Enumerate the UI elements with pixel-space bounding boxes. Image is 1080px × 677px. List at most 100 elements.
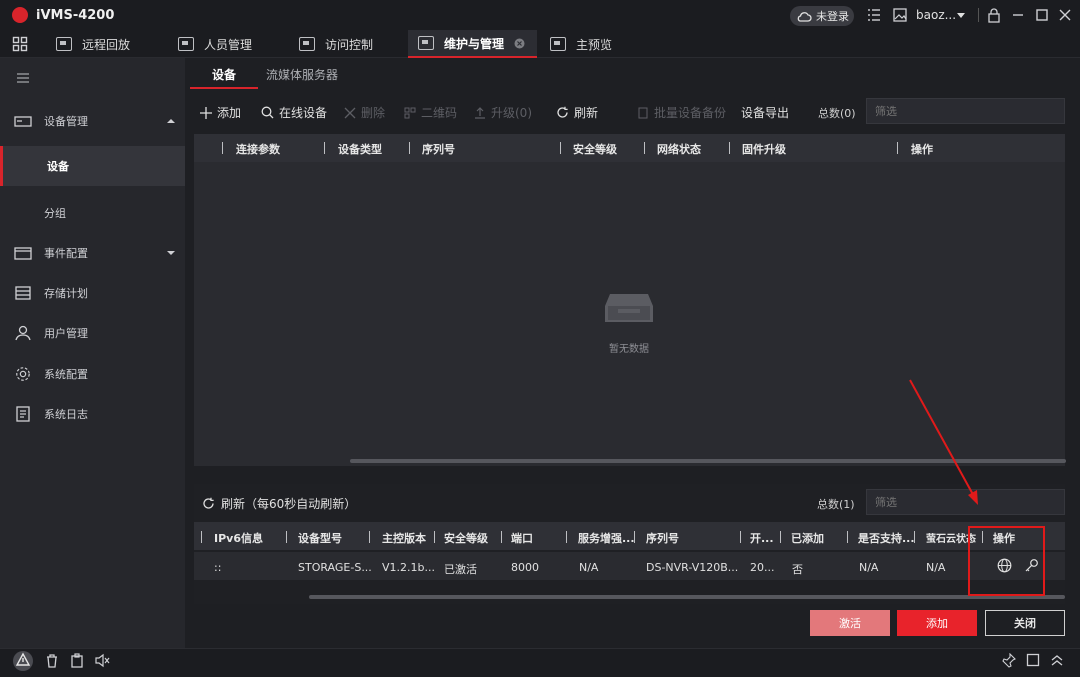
close-button[interactable]: 关闭 [985, 610, 1065, 636]
sidebar-item-label: 用户管理 [44, 327, 88, 340]
sidebar-item-label: 系统日志 [44, 408, 88, 421]
column-separator [324, 142, 325, 154]
th-serial[interactable]: 序列号 [422, 141, 455, 157]
tab-maintenance[interactable]: 维护与管理 [408, 30, 537, 58]
th-operation[interactable]: 操作 [911, 141, 933, 157]
tab-main-preview[interactable]: 主预览 [550, 30, 612, 58]
th-firmware[interactable]: 固件升级 [742, 141, 786, 157]
collapse-icon[interactable] [167, 119, 175, 123]
sidebar-item-label: 存储计划 [44, 287, 88, 300]
refresh-button[interactable]: 刷新 [556, 104, 598, 121]
th-main-version[interactable]: 主控版本 [382, 530, 426, 546]
mute-icon[interactable] [94, 653, 110, 668]
image-icon[interactable] [892, 7, 908, 23]
online-device-button[interactable]: 在线设备 [261, 104, 327, 121]
th-port[interactable]: 端口 [511, 530, 533, 546]
user-dropdown-icon[interactable] [957, 13, 965, 18]
delete-icon [344, 107, 356, 118]
tab-label: 维护与管理 [444, 36, 505, 51]
column-separator [566, 531, 567, 543]
cell-open: 20... [750, 561, 775, 574]
tab-remote-playback[interactable]: 远程回放 [56, 30, 130, 58]
empty-box-icon [605, 294, 653, 322]
cell-serial-number: DS-NVR-V120B... [646, 561, 739, 574]
th-serial-number[interactable]: 序列号 [646, 530, 679, 546]
sidebar-item-system-config[interactable]: 系统配置 [0, 354, 185, 394]
activate-button[interactable]: 激活 [810, 610, 890, 636]
online-table-scrollbar[interactable] [309, 595, 1065, 599]
cell-ipv6: :: [214, 561, 222, 574]
sidebar-item-label: 设备管理 [44, 115, 88, 128]
th-service-enhance[interactable]: 服务增强... [578, 530, 635, 546]
delete-button[interactable]: 删除 [344, 104, 385, 121]
th-added[interactable]: 已添加 [791, 530, 824, 546]
qrcode-label: 二维码 [421, 106, 458, 120]
th-network[interactable]: 网络状态 [657, 141, 701, 157]
warning-icon[interactable] [12, 650, 34, 672]
trash-icon[interactable] [45, 653, 59, 668]
sidebar-item-label: 事件配置 [44, 247, 88, 260]
add-button[interactable]: 添加 [897, 610, 977, 636]
tab-person-management[interactable]: 人员管理 [178, 30, 252, 58]
th-support[interactable]: 是否支持... [858, 530, 915, 546]
cell-security-level: 已激活 [444, 563, 477, 576]
export-device-button[interactable]: 设备导出 [741, 104, 789, 121]
sidebar-item-storage-plan[interactable]: 存储计划 [0, 273, 185, 313]
upgrade-button[interactable]: 升级(0) [474, 104, 532, 121]
empty-message: 暂无数据 [609, 344, 649, 355]
qrcode-button[interactable]: 二维码 [404, 104, 457, 121]
minimize-icon[interactable] [1010, 7, 1026, 23]
th-open[interactable]: 开... [750, 530, 774, 546]
cell-main-version: V1.2.1b... [382, 561, 435, 574]
expand-icon[interactable] [167, 251, 175, 255]
cell-port: 8000 [511, 561, 539, 574]
th-security[interactable]: 安全等级 [573, 141, 617, 157]
collapse-up-icon[interactable] [1050, 653, 1064, 667]
sidebar-item-device-management[interactable]: 设备管理 [0, 101, 185, 141]
subtab-device[interactable]: 设备 [212, 66, 236, 83]
grid-icon[interactable] [12, 36, 28, 52]
add-device-button[interactable]: 添加 [200, 104, 241, 121]
sidebar-item-device[interactable]: 设备 [0, 146, 185, 186]
tab-label: 访问控制 [325, 37, 374, 52]
column-separator [201, 531, 202, 543]
subtab-stream-server[interactable]: 流媒体服务器 [266, 66, 338, 83]
column-separator [560, 142, 561, 154]
upload-icon [475, 106, 485, 119]
th-device-type[interactable]: 设备类型 [338, 141, 382, 157]
subtab-active-indicator [190, 87, 258, 89]
window-icon[interactable] [1026, 653, 1040, 667]
login-status-label: 未登录 [816, 10, 849, 23]
maximize-icon[interactable] [1034, 7, 1050, 23]
online-total-count: 总数(1) [817, 498, 855, 511]
sidebar-item-event-config[interactable]: 事件配置 [0, 233, 185, 273]
sidebar-item-system-log[interactable]: 系统日志 [0, 394, 185, 434]
close-window-icon[interactable] [1057, 7, 1073, 23]
column-separator [634, 531, 635, 543]
list-icon[interactable] [866, 7, 882, 23]
device-icon [14, 116, 32, 127]
user-name[interactable]: baoz... [916, 8, 956, 22]
login-status[interactable]: 未登录 [790, 6, 854, 26]
tab-access-control[interactable]: 访问控制 [299, 30, 373, 58]
menu-icon[interactable] [16, 72, 30, 84]
column-separator [434, 531, 435, 543]
th-model[interactable]: 设备型号 [298, 530, 342, 546]
clipboard-icon[interactable] [70, 653, 84, 668]
lock-icon[interactable] [986, 7, 1002, 23]
sidebar-item-group[interactable]: 分组 [0, 193, 185, 233]
auto-refresh-button[interactable]: 刷新（每60秒自动刷新） [202, 495, 356, 512]
filter-input[interactable] [866, 98, 1065, 124]
pin-icon[interactable] [1001, 653, 1016, 668]
th-ipv6[interactable]: IPv6信息 [214, 530, 263, 546]
batch-backup-button[interactable]: 批量设备备份 [637, 104, 726, 121]
column-separator [729, 142, 730, 154]
sidebar-item-user-management[interactable]: 用户管理 [0, 313, 185, 353]
auto-refresh-label: 刷新（每60秒自动刷新） [221, 497, 357, 511]
tab-close-icon[interactable] [514, 38, 525, 49]
column-separator [914, 531, 915, 543]
refresh-label: 刷新 [574, 106, 599, 120]
th-connection[interactable]: 连接参数 [236, 141, 280, 157]
th-security-level[interactable]: 安全等级 [444, 530, 488, 546]
storage-icon [15, 286, 31, 300]
